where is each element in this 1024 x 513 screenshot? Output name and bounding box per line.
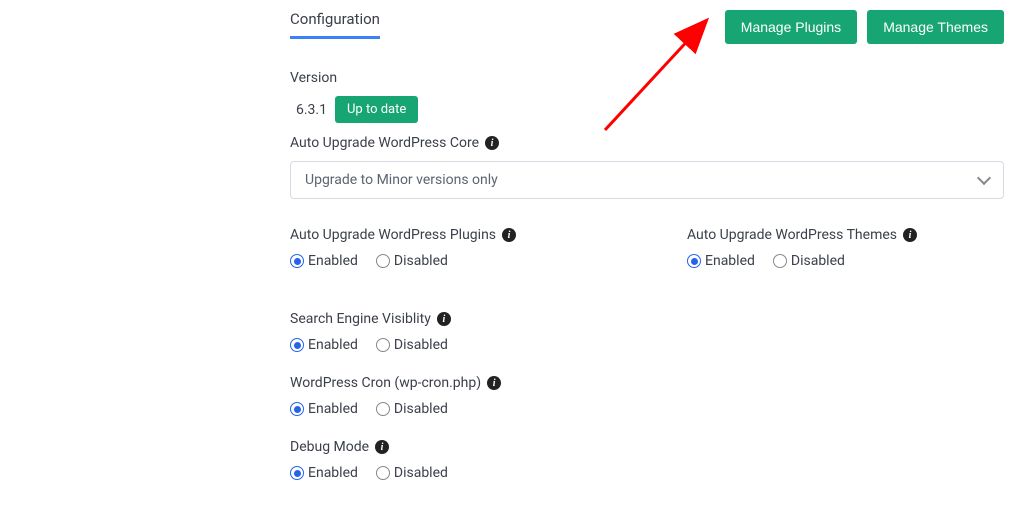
auto-plugins-label-text: Auto Upgrade WordPress Plugins [290, 227, 496, 243]
version-value: 6.3.1 [290, 102, 327, 118]
chevron-down-icon [977, 171, 991, 185]
radio-label: Enabled [308, 465, 358, 481]
auto-plugins-disabled-radio[interactable]: Disabled [376, 253, 448, 269]
radio-icon [687, 254, 701, 268]
search-visibility-label-text: Search Engine Visiblity [290, 311, 431, 327]
radio-icon [290, 254, 304, 268]
search-visibility-enabled-radio[interactable]: Enabled [290, 337, 358, 353]
manage-plugins-button[interactable]: Manage Plugins [725, 10, 857, 44]
search-visibility-label: Search Engine Visiblity i [290, 311, 1004, 327]
radio-label: Disabled [791, 253, 845, 269]
info-icon[interactable]: i [502, 228, 516, 242]
info-icon[interactable]: i [903, 228, 917, 242]
auto-themes-label-text: Auto Upgrade WordPress Themes [687, 227, 897, 243]
radio-icon [290, 466, 304, 480]
radio-label: Disabled [394, 465, 448, 481]
radio-icon [773, 254, 787, 268]
radio-icon [290, 338, 304, 352]
radio-icon [376, 254, 390, 268]
radio-label: Enabled [705, 253, 755, 269]
radio-label: Disabled [394, 401, 448, 417]
cron-label: WordPress Cron (wp-cron.php) i [290, 375, 1004, 391]
radio-icon [376, 338, 390, 352]
auto-core-label: Auto Upgrade WordPress Core i [290, 135, 1004, 151]
info-icon[interactable]: i [485, 136, 499, 150]
auto-themes-disabled-radio[interactable]: Disabled [773, 253, 845, 269]
auto-plugins-enabled-radio[interactable]: Enabled [290, 253, 358, 269]
radio-label: Enabled [308, 337, 358, 353]
radio-label: Disabled [394, 253, 448, 269]
auto-core-label-text: Auto Upgrade WordPress Core [290, 135, 479, 151]
debug-enabled-radio[interactable]: Enabled [290, 465, 358, 481]
manage-themes-button[interactable]: Manage Themes [867, 10, 1004, 44]
cron-enabled-radio[interactable]: Enabled [290, 401, 358, 417]
version-label: Version [290, 70, 1004, 86]
tab-configuration[interactable]: Configuration [290, 10, 380, 39]
radio-icon [376, 402, 390, 416]
radio-label: Enabled [308, 401, 358, 417]
radio-label: Disabled [394, 337, 448, 353]
radio-icon [290, 402, 304, 416]
auto-themes-enabled-radio[interactable]: Enabled [687, 253, 755, 269]
info-icon[interactable]: i [375, 440, 389, 454]
cron-disabled-radio[interactable]: Disabled [376, 401, 448, 417]
auto-core-select-value: Upgrade to Minor versions only [305, 172, 498, 188]
auto-plugins-label: Auto Upgrade WordPress Plugins i [290, 227, 607, 243]
info-icon[interactable]: i [437, 312, 451, 326]
debug-disabled-radio[interactable]: Disabled [376, 465, 448, 481]
search-visibility-disabled-radio[interactable]: Disabled [376, 337, 448, 353]
debug-label-text: Debug Mode [290, 439, 369, 455]
version-status-badge: Up to date [335, 96, 418, 123]
radio-icon [376, 466, 390, 480]
auto-themes-label: Auto Upgrade WordPress Themes i [687, 227, 1004, 243]
radio-label: Enabled [308, 253, 358, 269]
debug-label: Debug Mode i [290, 439, 1004, 455]
auto-core-select[interactable]: Upgrade to Minor versions only [290, 161, 1004, 199]
info-icon[interactable]: i [487, 376, 501, 390]
cron-label-text: WordPress Cron (wp-cron.php) [290, 375, 481, 391]
